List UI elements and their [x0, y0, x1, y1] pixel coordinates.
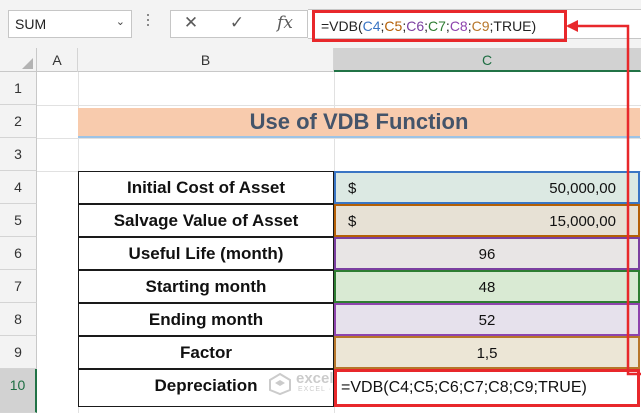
cell-factor[interactable]: 1,5: [334, 336, 640, 369]
currency-symbol: $: [348, 213, 357, 230]
formula-ref-c4: C4: [362, 18, 381, 34]
column-header-b[interactable]: B: [78, 48, 334, 72]
row-header-4[interactable]: 4: [0, 171, 37, 204]
formula-prefix: =VDB(: [321, 18, 363, 34]
row-header-10[interactable]: 10: [0, 369, 37, 413]
cell-depreciation-active[interactable]: =VDB(C4;C5;C6;C7;C8;C9;TRUE): [334, 369, 640, 407]
label-salvage-value[interactable]: Salvage Value of Asset: [78, 204, 334, 237]
cell-ending-month[interactable]: 52: [334, 303, 640, 336]
formula-ref-c5: C5: [384, 18, 403, 34]
row-header-7[interactable]: 7: [0, 270, 37, 303]
useful-life-value: 96: [478, 246, 496, 263]
drag-handle-icon[interactable]: [146, 14, 150, 34]
cell-salvage-value[interactable]: $ 15,000,00: [334, 204, 640, 237]
name-box-value: SUM: [15, 16, 47, 32]
formula-bar: SUM ⌄ ✕ ✓ fx =VDB(C4;C5;C6;C7;C8;C9;TRUE…: [0, 0, 641, 48]
row-header-1[interactable]: 1: [0, 72, 37, 105]
chevron-down-icon[interactable]: ⌄: [116, 15, 125, 28]
insert-function-icon[interactable]: fx: [271, 13, 299, 35]
row-header-9[interactable]: 9: [0, 336, 37, 369]
row-header-2[interactable]: 2: [0, 105, 37, 138]
column-header-a[interactable]: A: [37, 48, 78, 72]
label-useful-life[interactable]: Useful Life (month): [78, 237, 334, 270]
label-factor[interactable]: Factor: [78, 336, 334, 369]
formula-ref-c7: C7: [428, 18, 446, 34]
formula-ref-c9: C9: [471, 18, 490, 34]
row-header-6[interactable]: 6: [0, 237, 37, 270]
label-ending-month[interactable]: Ending month: [78, 303, 334, 336]
cell-useful-life[interactable]: 96: [334, 237, 640, 270]
formula-text[interactable]: =VDB(C4;C5;C6;C7;C8;C9;TRUE): [312, 10, 567, 42]
enter-icon[interactable]: ✓: [223, 13, 251, 35]
select-all-corner[interactable]: [0, 48, 37, 72]
initial-cost-value: 50,000,00: [549, 180, 616, 197]
cell-starting-month[interactable]: 48: [334, 270, 640, 303]
row-header-5[interactable]: 5: [0, 204, 37, 237]
row-header-8[interactable]: 8: [0, 303, 37, 336]
ending-month-value: 52: [478, 312, 496, 329]
column-header-c[interactable]: C: [334, 48, 641, 72]
formula-ref-c8: C8: [449, 18, 468, 34]
name-box[interactable]: SUM ⌄: [8, 10, 132, 38]
label-initial-cost[interactable]: Initial Cost of Asset: [78, 171, 334, 204]
cancel-icon[interactable]: ✕: [177, 13, 205, 35]
salvage-value: 15,000,00: [549, 213, 616, 230]
gridline: [37, 105, 641, 106]
factor-value: 1,5: [476, 345, 498, 362]
label-starting-month[interactable]: Starting month: [78, 270, 334, 303]
formula-ref-c6: C6: [406, 18, 425, 34]
starting-month-value: 48: [478, 279, 496, 296]
watermark-logo-icon: [269, 372, 291, 396]
column-header-bar: A B C: [0, 48, 641, 72]
currency-symbol: $: [348, 180, 357, 197]
sheet-title[interactable]: Use of VDB Function: [78, 108, 640, 138]
cell-initial-cost[interactable]: $ 50,000,00: [334, 171, 640, 204]
row-header-3[interactable]: 3: [0, 138, 37, 171]
formula-suffix: ;TRUE): [489, 18, 537, 34]
formula-buttons: ✕ ✓ fx: [170, 10, 308, 38]
gridline: [37, 138, 641, 139]
